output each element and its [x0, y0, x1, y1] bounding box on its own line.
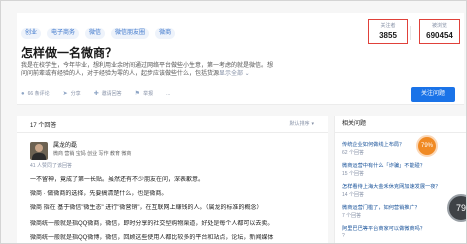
related-answer-count: 15 个回答 [342, 171, 364, 177]
follow-question-button[interactable]: 关注问题 [411, 87, 455, 102]
related-header: 相关问题 [335, 116, 467, 133]
answer-paragraph: 一不留神，竟成了第一长贴。虽然还有不少朋友在问，深表歉意。 [30, 177, 205, 183]
answer-paragraph: 微商 · 做微商的选择，先要搞清楚什么，也是微商。 [30, 191, 168, 197]
share-icon: ➤ [62, 91, 68, 97]
report-label: 举报 [143, 91, 154, 97]
chevron-down-icon: ▾ [311, 121, 314, 127]
topic-tag[interactable]: 微信朋友圈 [111, 28, 150, 39]
topic-tag[interactable]: 微信 [85, 28, 106, 39]
description-line: 我是在校学生，今年毕业，想利用业余时间通过网络平台做些小生意，第一考虑的就是微信… [21, 63, 274, 69]
answers-count: 17 个回答 [30, 123, 57, 129]
invite-action[interactable]: ✚ 邀请回答 [94, 90, 122, 97]
more-action[interactable]: ... [166, 91, 170, 97]
topic-tag[interactable]: 微商 [155, 28, 176, 39]
voters-count[interactable]: 41 人赞同了该回答 [30, 162, 72, 169]
followers-label: 关注者 [380, 23, 396, 29]
related-question-link[interactable]: 微商运营门槛了，如何营销推广？ [342, 205, 420, 212]
answers-panel: 17 个回答 默认排序 ▾ 属龙的磊 微商 营销 宝妈 创业 写作 教育 微商 4… [17, 116, 328, 244]
author-bio: 微商 营销 宝妈 创业 写作 教育 微商 [53, 151, 132, 157]
related-question-link[interactable]: 阿里巴巴等平台商家可以做微商吗？ [342, 226, 425, 233]
related-question-link[interactable]: 传统企业如何做线上布局？ [342, 142, 404, 149]
question-description: 我是在校学生，今年毕业，想利用业余时间通过网络平台做些小生意，第一考虑的就是微信… [21, 62, 311, 78]
views-label: 被浏览 [431, 23, 447, 29]
views-stat: 被浏览 690454 [419, 19, 460, 44]
share-action[interactable]: ➤ 分享 [63, 90, 81, 97]
show-all-link[interactable]: 显示全部 ⌄ [219, 71, 250, 77]
stat-divider [410, 26, 411, 40]
answer-paragraph: 微商统一般就是指QQ微博，微信，回顾这些使用人都比较多的平台和站点，论坛，新闻媒… [30, 235, 274, 241]
avatar[interactable] [30, 142, 48, 160]
followers-count: 3855 [379, 31, 397, 40]
question-title: 怎样做一名微商？ [21, 46, 118, 60]
related-answer-count: ? [342, 233, 345, 239]
sort-label: 默认排序 [289, 121, 310, 127]
share-label: 分享 [70, 91, 81, 97]
invite-label: 邀请回答 [101, 91, 122, 97]
comments-label: 66 条评论 [27, 91, 50, 97]
topic-tag[interactable]: 电子商务 [47, 28, 80, 39]
floating-widget-badge[interactable]: 79 [447, 194, 467, 222]
sort-dropdown[interactable]: 默认排序 ▾ [289, 120, 314, 127]
related-question-link[interactable]: 怎样看待上海大金禾休克网加速发展一夜？ [342, 184, 441, 191]
answer-author: 属龙的磊 微商 营销 宝妈 创业 写作 教育 微商 [30, 142, 131, 160]
followers-stat[interactable]: 关注者 3855 [368, 19, 408, 44]
answer-paragraph: 微商 指在 基于微信"微生态" 进行"微营销"，在互联网上赚钱的人。（属龙的标准… [30, 205, 263, 211]
author-name[interactable]: 属龙的磊 [53, 142, 131, 150]
related-answer-count: 14 个回答 [342, 192, 364, 198]
views-count: 690454 [426, 31, 453, 40]
more-label: ... [166, 90, 171, 97]
description-line: 问问前辈或有经验的人，对于经验为零的人，起步应该做些什么，包括货源显示全部 ⌄ [21, 70, 311, 78]
report-action[interactable]: ⚑ 举报 [135, 90, 153, 97]
topic-tags: 创业 电子商务 微信 微信朋友圈 微商 [21, 28, 176, 39]
answer-paragraph: 微商统一般就是指QQ微商，微信，即时分享的社交型购物渠道，好处是每个人都可以去卖… [30, 221, 274, 227]
comments-action[interactable]: ● 66 条评论 [21, 90, 50, 98]
question-actions: ● 66 条评论 ➤ 分享 ✚ 邀请回答 ⚑ 举报 ... [21, 90, 170, 98]
related-answer-count: 62 个回答 [342, 150, 364, 156]
related-questions-panel: 相关问题 传统企业如何做线上布局？ 62 个回答 微商运营中有什么「诈骗」不能碰… [334, 116, 467, 244]
description-text: 问问前辈或有经验的人，对于经验为零的人，起步应该做些什么，包括货源 [21, 71, 220, 77]
related-answer-count: 7 个回答 [342, 213, 362, 219]
comment-icon: ● [21, 90, 25, 97]
invite-icon: ✚ [93, 91, 99, 97]
speed-widget-badge[interactable]: 79% [416, 135, 438, 157]
answers-header: 17 个回答 默认排序 ▾ [17, 116, 328, 133]
report-icon: ⚑ [134, 91, 141, 97]
related-question-link[interactable]: 微商运营中有什么「诈骗」不能碰？ [342, 163, 425, 170]
topic-tag[interactable]: 创业 [21, 28, 42, 39]
